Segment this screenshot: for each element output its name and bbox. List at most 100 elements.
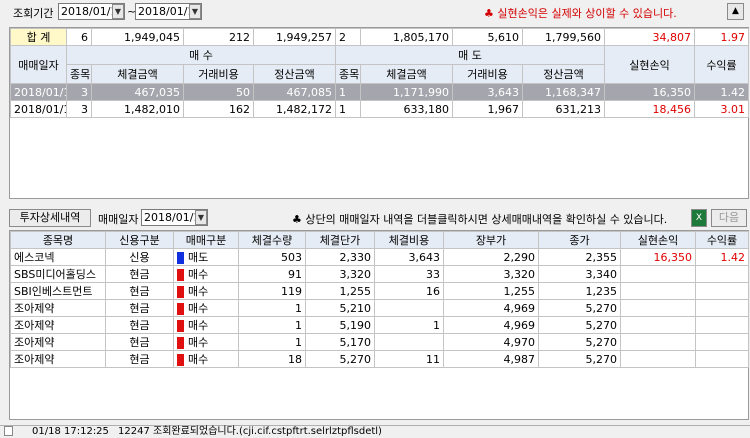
table-row[interactable]: 조아제약 현금 매수 1 5,190 1 4,969 5,270: [10, 316, 749, 334]
header-close: 종가: [538, 231, 621, 249]
detail-qty: 1: [238, 299, 306, 317]
row-buy-settle: 467,085: [253, 83, 336, 101]
header-sell: 매 도: [335, 45, 605, 65]
detail-hint-text: ♣ 상단의 매매일자 내역을 더블클릭하시면 상세매매내역을 확인하실 수 있습…: [292, 213, 668, 226]
header-buy-settle: 정산금액: [253, 64, 336, 84]
detail-close: 5,270: [538, 299, 621, 317]
detail-rate: [695, 350, 749, 368]
header-realized-pnl: 실현손익: [604, 45, 695, 84]
buy-side-icon: [177, 337, 184, 349]
detail-side: 매수: [188, 268, 209, 281]
detail-price: 5,190: [305, 316, 375, 334]
detail-credit: 현금: [105, 350, 174, 368]
detail-rate: [695, 265, 749, 283]
next-button[interactable]: 다음: [711, 209, 747, 227]
detail-credit: 신용: [105, 248, 174, 266]
row-buy-settle: 1,482,172: [253, 100, 336, 118]
total-label: 합 계: [10, 28, 67, 46]
detail-qty: 18: [238, 350, 306, 368]
from-date-dropdown-icon[interactable]: ▼: [112, 4, 124, 19]
buy-side-icon: [177, 269, 184, 281]
row-buy-exec: 1,482,010: [91, 100, 184, 118]
detail-rate: [695, 299, 749, 317]
period-label: 조회기간: [13, 7, 54, 20]
row-sell-count: 1: [335, 100, 361, 118]
detail-pnl: [620, 265, 696, 283]
buy-side-icon: [177, 354, 184, 366]
detail-pnl: [620, 333, 696, 351]
total-realized-pnl: 34,807: [604, 28, 695, 46]
detail-credit: 현금: [105, 299, 174, 317]
row-buy-fee: 50: [183, 83, 254, 101]
detail-pnl: [620, 350, 696, 368]
detail-price: 5,170: [305, 333, 375, 351]
detail-credit: 현금: [105, 282, 174, 300]
detail-name: 조아제약: [10, 350, 106, 368]
detail-close: 5,270: [538, 316, 621, 334]
table-row[interactable]: SBI인베스트먼트 현금 매수 119 1,255 16 1,255 1,235: [10, 282, 749, 300]
header-sell-fee: 거래비용: [452, 64, 523, 84]
detail-fee: 1: [374, 316, 444, 334]
row-rate: 3.01: [694, 100, 749, 118]
detail-close: 5,270: [538, 350, 621, 368]
detail-qty: 91: [238, 265, 306, 283]
detail-book: 4,987: [443, 350, 539, 368]
table-row[interactable]: SBS미디어홀딩스 현금 매수 91 3,320 33 3,320 3,340: [10, 265, 749, 283]
detail-qty: 119: [238, 282, 306, 300]
detail-pnl: [620, 299, 696, 317]
detail-fee: 11: [374, 350, 444, 368]
header-credit: 신용구분: [105, 231, 174, 249]
row-buy-exec: 467,035: [91, 83, 184, 101]
header-fee: 체결비용: [374, 231, 444, 249]
header-sell-exec: 체결금액: [360, 64, 453, 84]
excel-export-icon[interactable]: X: [691, 209, 707, 227]
table-row[interactable]: 에스코넥 신용 매도 503 2,330 3,643 2,290 2,355 1…: [10, 248, 749, 266]
detail-qty: 503: [238, 248, 306, 266]
detail-fee: 33: [374, 265, 444, 283]
detail-pnl: [620, 282, 696, 300]
detail-book: 4,969: [443, 299, 539, 317]
table-row[interactable]: 2018/01/18 3 467,035 50 467,085 1 1,171,…: [10, 83, 749, 101]
table-row[interactable]: 조아제약 현금 매수 1 5,170 4,970 5,270: [10, 333, 749, 351]
header-sell-settle: 정산금액: [522, 64, 605, 84]
row-buy-count: 3: [66, 83, 92, 101]
detail-credit: 현금: [105, 333, 174, 351]
buy-side-icon: [177, 303, 184, 315]
detail-name: 조아제약: [10, 333, 106, 351]
detail-price: 3,320: [305, 265, 375, 283]
detail-date-dropdown-icon[interactable]: ▼: [195, 210, 207, 225]
detail-name: 에스코넥: [10, 248, 106, 266]
investment-detail-button[interactable]: 투자상세내역: [9, 209, 91, 227]
detail-close: 1,235: [538, 282, 621, 300]
detail-price: 5,270: [305, 350, 375, 368]
total-sell-exec: 1,805,170: [360, 28, 453, 46]
detail-fee: [374, 299, 444, 317]
detail-book: 4,970: [443, 333, 539, 351]
total-buy-fee: 212: [183, 28, 254, 46]
header-buy: 매 수: [66, 45, 336, 65]
detail-pnl: [620, 316, 696, 334]
row-sell-fee: 3,643: [452, 83, 523, 101]
row-buy-fee: 162: [183, 100, 254, 118]
pnl-warning-text: ♣ 실현손익은 실제와 상이할 수 있습니다.: [484, 7, 677, 20]
header-qty: 체결수량: [238, 231, 306, 249]
total-return-rate: 1.97: [694, 28, 749, 46]
detail-rate: 1.42: [695, 248, 749, 266]
table-row[interactable]: 조아제약 현금 매수 18 5,270 11 4,987 5,270: [10, 350, 749, 368]
detail-fee: 3,643: [374, 248, 444, 266]
detail-side: 매수: [188, 353, 209, 366]
detail-side: 매수: [188, 302, 209, 315]
detail-price: 2,330: [305, 248, 375, 266]
status-indicator-icon: [4, 426, 13, 436]
detail-credit: 현금: [105, 316, 174, 334]
detail-name: SBI인베스트먼트: [10, 282, 106, 300]
detail-credit: 현금: [105, 265, 174, 283]
to-date-dropdown-icon[interactable]: ▼: [189, 4, 201, 19]
table-row[interactable]: 2018/01/17 3 1,482,010 162 1,482,172 1 6…: [10, 100, 749, 118]
table-row[interactable]: 조아제약 현금 매수 1 5,210 4,969 5,270: [10, 299, 749, 317]
total-buy-count: 6: [66, 28, 92, 46]
search-icon[interactable]: ▲: [727, 3, 744, 20]
detail-close: 5,270: [538, 333, 621, 351]
row-rate: 1.42: [694, 83, 749, 101]
status-message: 12247 조회완료되었습니다.(cji.cif.cstpftrt.selrlz…: [118, 426, 382, 437]
